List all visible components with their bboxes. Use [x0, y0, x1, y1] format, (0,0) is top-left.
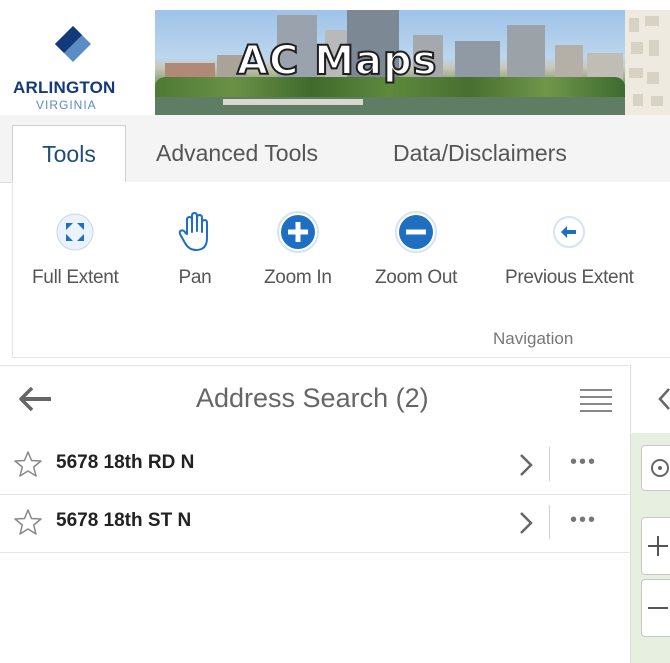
tools-ribbon: Full Extent Pan Zoom In Zoom Out Previou… [12, 182, 670, 358]
zoom-out-label: Zoom Out [375, 267, 458, 288]
full-extent-button[interactable]: Full Extent [32, 207, 119, 289]
zoom-in-icon [276, 211, 319, 253]
locate-button[interactable] [641, 445, 670, 491]
ac-maps-app: ARLINGTON VIRGINIA AC Maps Tools Advance… [0, 0, 670, 663]
favorite-star-icon[interactable] [14, 451, 42, 477]
tab-tools-label: Tools [42, 141, 96, 167]
map-zoom-in-button[interactable] [641, 517, 670, 575]
arlington-logo: ARLINGTON VIRGINIA [0, 10, 155, 115]
more-options-icon[interactable]: ••• [570, 509, 597, 532]
ribbon-tab-bar: Tools Advanced Tools Data/Disclaimers [0, 115, 670, 184]
hand-icon [178, 212, 208, 251]
tab-advanced-tools[interactable]: Advanced Tools [156, 125, 318, 181]
favorite-star-icon[interactable] [14, 509, 42, 535]
tab-advanced-tools-label: Advanced Tools [156, 139, 318, 166]
full-extent-label: Full Extent [32, 267, 119, 288]
previous-extent-label: Previous Extent [505, 267, 634, 288]
banner-map-thumbnail [625, 10, 670, 115]
pan-button[interactable]: Pan [175, 207, 215, 289]
skyline-photo: AC Maps [155, 10, 625, 115]
result-row[interactable]: 5678 18th RD N ••• [0, 436, 630, 495]
previous-extent-button[interactable]: Previous Extent [505, 207, 634, 289]
back-arrow-icon[interactable] [18, 386, 52, 412]
full-extent-icon [56, 213, 94, 251]
pan-label: Pan [178, 267, 212, 288]
org-state: VIRGINIA [36, 98, 97, 112]
app-title: AC Maps [236, 37, 438, 85]
zoom-in-label: Zoom In [264, 267, 332, 288]
arlington-diamond-icon [55, 26, 91, 62]
more-options-icon[interactable]: ••• [570, 451, 597, 474]
org-name: ARLINGTON [13, 78, 116, 97]
zoom-out-icon [395, 211, 438, 253]
address-search-header: Address Search (2) [0, 365, 630, 432]
tab-data-disclaimers-label: Data/Disclaimers [393, 139, 567, 166]
navigation-group-label: Navigation [493, 329, 574, 348]
result-address: 5678 18th RD N [56, 452, 195, 473]
tab-data-disclaimers[interactable]: Data/Disclaimers [393, 125, 567, 181]
plus-icon [648, 536, 668, 556]
map-zoom-out-button[interactable] [641, 579, 670, 637]
chevron-right-icon[interactable] [518, 452, 534, 478]
panel-title: Address Search (2) [196, 383, 429, 413]
locate-icon [651, 459, 669, 477]
tab-tools[interactable]: Tools [12, 125, 126, 184]
previous-extent-icon [553, 216, 586, 248]
header-banner: ARLINGTON VIRGINIA AC Maps [0, 10, 670, 115]
zoom-out-button[interactable]: Zoom Out [375, 207, 457, 289]
list-menu-icon[interactable] [580, 388, 612, 412]
collapse-panel-chevron-icon[interactable] [657, 387, 670, 411]
result-address: 5678 18th ST N [56, 510, 192, 531]
chevron-right-icon[interactable] [518, 510, 534, 536]
map-edge [631, 365, 670, 663]
result-row[interactable]: 5678 18th ST N ••• [0, 494, 630, 553]
minus-icon [648, 607, 668, 609]
zoom-in-button[interactable]: Zoom In [264, 207, 332, 289]
